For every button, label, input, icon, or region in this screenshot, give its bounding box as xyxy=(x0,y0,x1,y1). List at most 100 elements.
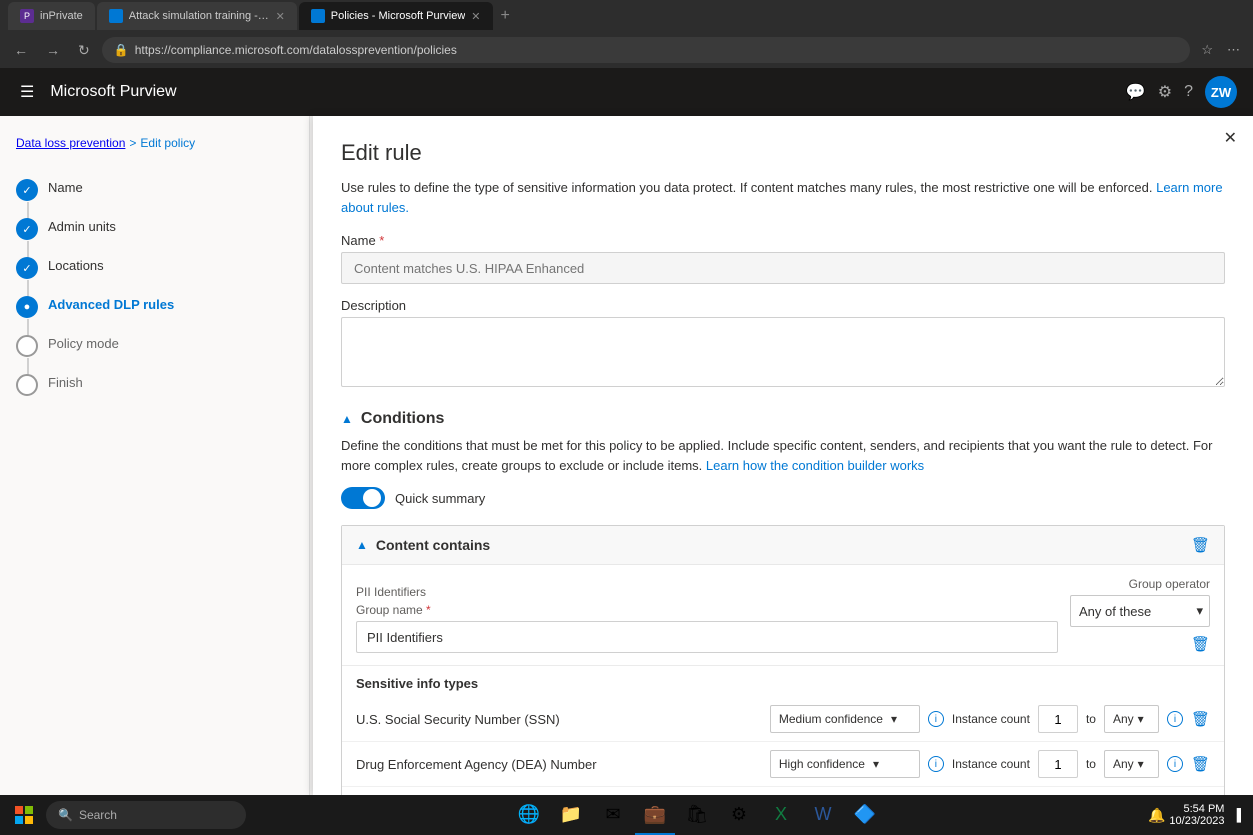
step-advanced-circle: ● xyxy=(16,296,38,318)
ssn-info-button[interactable]: i xyxy=(928,711,944,727)
app-logo: Microsoft Purview xyxy=(50,83,176,101)
breadcrumb: Data loss prevention > Edit policy xyxy=(16,136,293,150)
taskbar-app-edge2[interactable]: 🔷 xyxy=(845,795,885,835)
browser-toolbar: ← → ↻ 🔒 https://compliance.microsoft.com… xyxy=(0,32,1253,68)
step-finish-circle xyxy=(16,374,38,396)
group1-operator-select[interactable]: Any of these ▾ xyxy=(1070,595,1210,627)
toggle-knob xyxy=(363,489,381,507)
step-policy-label: Policy mode xyxy=(48,334,119,351)
more-icon[interactable]: ⋯ xyxy=(1222,40,1245,60)
taskbar-notification-icon[interactable]: 🔔 xyxy=(1148,807,1165,824)
taskbar-show-desktop[interactable]: ▐ xyxy=(1228,808,1241,822)
taskbar: 🔍 Search 🌐 📁 ✉ 💼 🛍 ⚙ X W 🔷 🔔 5:54 PM 10/… xyxy=(0,795,1253,835)
conditions-learn-link[interactable]: Learn how the condition builder works xyxy=(706,458,924,473)
dea-confidence-chevron: ▾ xyxy=(873,757,879,771)
help-icon[interactable]: ? xyxy=(1184,83,1193,101)
description-textarea[interactable] xyxy=(341,317,1225,387)
name-required-marker: * xyxy=(376,233,385,248)
tab-policies-close[interactable]: ✕ xyxy=(471,10,480,23)
edit-rule-panel: ✕ Edit rule Use rules to define the type… xyxy=(313,116,1253,795)
taskbar-app-excel[interactable]: X xyxy=(761,795,801,835)
breadcrumb-current: Edit policy xyxy=(140,136,195,150)
step-finish: Finish xyxy=(16,365,293,404)
taskbar-right: 🔔 5:54 PM 10/23/2023 ▐ xyxy=(1148,803,1249,827)
conditions-toggle-icon[interactable]: ▲ xyxy=(341,412,353,426)
search-magnifier-icon: 🔍 xyxy=(58,808,73,822)
info-row-addresses: U.S. Physical Addresses Medium confidenc… xyxy=(342,787,1224,795)
dea-to-label: to xyxy=(1086,757,1096,771)
step-advanced-label: Advanced DLP rules xyxy=(48,295,174,312)
tab-attack-sim-close[interactable]: ✕ xyxy=(276,10,285,23)
group1-operator-col: Group operator Any of these ▾ 🗑 xyxy=(1070,577,1210,653)
ssn-to-label: to xyxy=(1086,712,1096,726)
feedback-icon[interactable]: 💬 xyxy=(1126,82,1146,102)
dea-confidence-value: High confidence xyxy=(779,757,865,771)
refresh-button[interactable]: ↻ xyxy=(72,40,96,61)
content-box-delete-button[interactable]: 🗑 xyxy=(1191,536,1210,554)
panel-close-button[interactable]: ✕ xyxy=(1224,128,1237,148)
tab-inprivate[interactable]: P inPrivate xyxy=(8,2,95,30)
new-tab-button[interactable]: + xyxy=(495,7,516,25)
ssn-delete-button[interactable]: 🗑 xyxy=(1191,710,1210,728)
group1-delete-button[interactable]: 🗑 xyxy=(1191,635,1210,653)
settings-icon[interactable]: ⚙ xyxy=(1158,82,1172,102)
name-field-block: Name * xyxy=(341,233,1225,284)
group1-operator-label: Group operator xyxy=(1129,577,1210,591)
group1-operator-chevron: ▾ xyxy=(1196,603,1203,619)
ssn-confidence-value: Medium confidence xyxy=(779,712,883,726)
dea-count-input[interactable] xyxy=(1038,750,1078,778)
quick-summary-toggle[interactable] xyxy=(341,487,385,509)
ssn-count-input[interactable] xyxy=(1038,705,1078,733)
info-row-dea: Drug Enforcement Agency (DEA) Number Hig… xyxy=(342,742,1224,787)
ssn-range-info-button[interactable]: i xyxy=(1167,711,1183,727)
step-advanced-dlp[interactable]: ● Advanced DLP rules xyxy=(16,287,293,326)
dea-info-button[interactable]: i xyxy=(928,756,944,772)
ssn-any-select[interactable]: Any ▾ xyxy=(1104,705,1159,733)
panel-description: Use rules to define the type of sensitiv… xyxy=(341,178,1225,217)
tab-attack-sim[interactable]: Attack simulation training - Mi... ✕ xyxy=(97,2,297,30)
description-label: Description xyxy=(341,298,1225,313)
name-input[interactable] xyxy=(341,252,1225,284)
dea-any-value: Any xyxy=(1113,757,1134,771)
forward-button[interactable]: → xyxy=(40,40,66,60)
taskbar-app-edge[interactable]: 🌐 xyxy=(509,795,549,835)
taskbar-app-word[interactable]: W xyxy=(803,795,843,835)
taskbar-app-files[interactable]: 📁 xyxy=(551,795,591,835)
ssn-any-chevron: ▾ xyxy=(1138,712,1144,726)
user-avatar[interactable]: ZW xyxy=(1205,76,1237,108)
taskbar-time: 5:54 PM 10/23/2023 xyxy=(1169,803,1224,827)
tab-policies[interactable]: Policies - Microsoft Purview ✕ xyxy=(299,2,493,30)
panel-title: Edit rule xyxy=(341,140,1225,166)
taskbar-app-mail[interactable]: ✉ xyxy=(593,795,633,835)
dea-confidence-select[interactable]: High confidence ▾ xyxy=(770,750,920,778)
group1-row: PII Identifiers Group name * Group opera… xyxy=(342,565,1224,666)
taskbar-app-teams[interactable]: 💼 xyxy=(635,795,675,835)
start-button[interactable] xyxy=(4,795,44,835)
address-bar[interactable]: 🔒 https://compliance.microsoft.com/datal… xyxy=(102,37,1191,63)
taskbar-clock: 5:54 PM xyxy=(1169,803,1224,815)
taskbar-app-settings[interactable]: ⚙ xyxy=(719,795,759,835)
name-field-label: Name * xyxy=(341,233,1225,248)
favorites-icon[interactable]: ☆ xyxy=(1196,40,1218,60)
taskbar-search[interactable]: 🔍 Search xyxy=(46,801,246,829)
step-locations: ✓ Locations xyxy=(16,248,293,287)
dea-delete-button[interactable]: 🗑 xyxy=(1191,755,1210,773)
conditions-section-header: ▲ Conditions xyxy=(341,410,1225,428)
step-finish-label: Finish xyxy=(48,373,83,390)
dea-any-select[interactable]: Any ▾ xyxy=(1104,750,1159,778)
step-name-label: Name xyxy=(48,178,83,195)
dea-range-info-button[interactable]: i xyxy=(1167,756,1183,772)
ssn-confidence-select[interactable]: Medium confidence ▾ xyxy=(770,705,920,733)
dea-type-name: Drug Enforcement Agency (DEA) Number xyxy=(356,757,762,772)
step-admin-units: ✓ Admin units xyxy=(16,209,293,248)
breadcrumb-parent[interactable]: Data loss prevention xyxy=(16,136,125,150)
taskbar-app-store[interactable]: 🛍 xyxy=(677,795,717,835)
tab-attack-sim-title: Attack simulation training - Mi... xyxy=(129,10,270,22)
taskbar-center: 🌐 📁 ✉ 💼 🛍 ⚙ X W 🔷 xyxy=(509,795,885,835)
hamburger-menu-icon[interactable]: ☰ xyxy=(16,78,38,106)
back-button[interactable]: ← xyxy=(8,40,34,60)
address-text: https://compliance.microsoft.com/datalos… xyxy=(135,43,457,57)
group1-name-input[interactable] xyxy=(356,621,1058,653)
group-name-field-label: Group name * xyxy=(356,603,431,617)
content-box-collapse-icon[interactable]: ▲ xyxy=(356,538,368,552)
